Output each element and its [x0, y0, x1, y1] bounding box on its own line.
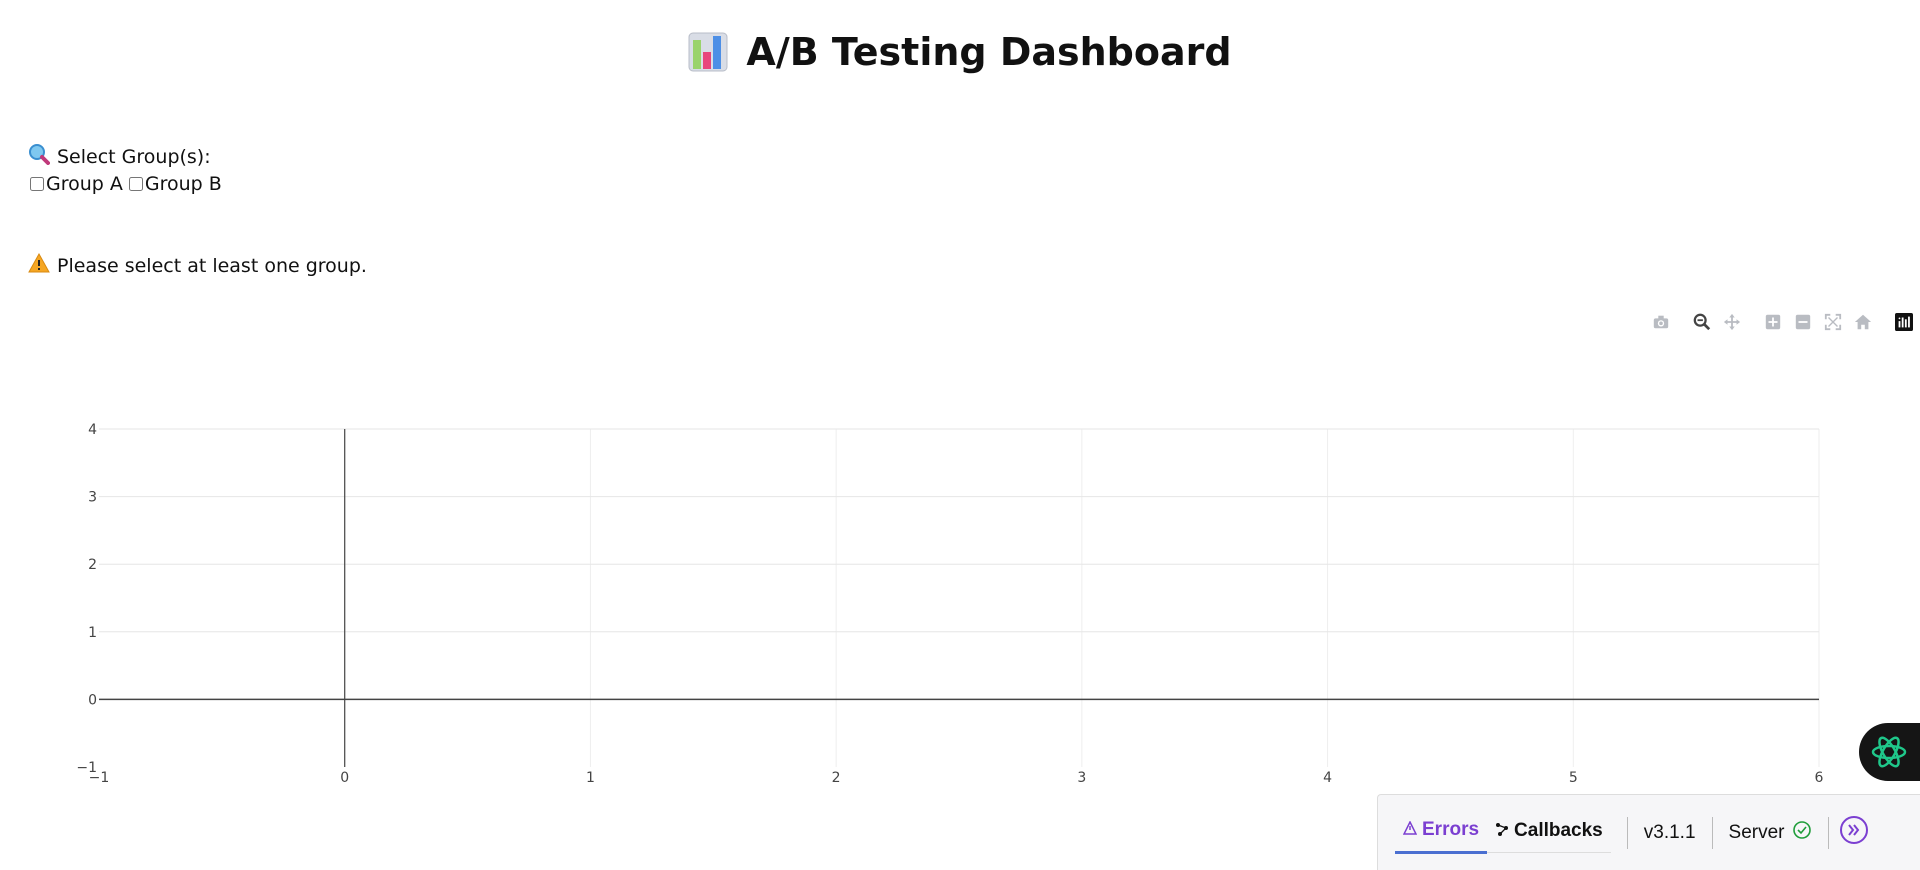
y-tick-label: 0 [88, 692, 97, 708]
group-a-option[interactable]: Group A [28, 173, 123, 195]
pan-icon[interactable] [1720, 310, 1744, 334]
title-text: A/B Testing Dashboard [746, 30, 1232, 74]
x-tick-label: 5 [1569, 770, 1578, 786]
x-tick-label: 0 [340, 770, 349, 786]
warning-message: Please select at least one group. [28, 252, 367, 278]
expand-devtools-icon[interactable] [1839, 815, 1869, 850]
errors-tab[interactable]: Errors [1395, 811, 1488, 854]
server-label: Server [1728, 821, 1785, 843]
zoom-out-icon[interactable] [1791, 310, 1815, 334]
x-tick-label: 6 [1815, 770, 1824, 786]
page-title: A/B Testing Dashboard [0, 30, 1920, 74]
reset-axes-icon[interactable] [1851, 310, 1875, 334]
plot-modebar [1646, 310, 1920, 334]
devtools-divider [1711, 816, 1713, 849]
ai-assistant-icon [1871, 736, 1907, 768]
zoom-in-icon[interactable] [1761, 310, 1785, 334]
group-checklist: Group A Group B [28, 173, 226, 195]
version-label: v3.1.1 [1643, 821, 1696, 843]
warning-outline-icon [1402, 819, 1418, 841]
camera-icon[interactable] [1649, 310, 1673, 334]
plotly-logo-icon[interactable] [1892, 310, 1916, 334]
x-tick-label: 1 [586, 770, 595, 786]
callbacks-label: Callbacks [1514, 820, 1603, 841]
group-b-label: Group B [144, 173, 222, 195]
devtools-divider [1626, 816, 1628, 849]
callbacks-tab[interactable]: Callbacks [1487, 812, 1611, 853]
y-tick-label: 3 [88, 490, 97, 506]
errors-label: Errors [1422, 819, 1480, 840]
group-b-option[interactable]: Group B [127, 173, 222, 195]
ai-assistant-button[interactable] [1859, 723, 1920, 781]
bar-chart-icon [688, 32, 728, 72]
x-tick-label: 2 [832, 770, 841, 786]
magnifier-icon [28, 143, 50, 170]
plot-area[interactable]: −1 0 1 2 3 4 5 6−101234 [0, 410, 1920, 790]
warning-text: Please select at least one group. [57, 254, 367, 277]
y-tick-label: −1 [76, 760, 97, 776]
zoom-icon[interactable] [1690, 310, 1714, 334]
y-tick-label: 4 [88, 422, 97, 438]
server-status[interactable]: Server [1729, 820, 1812, 846]
check-circle-icon [1792, 820, 1812, 846]
warning-icon [28, 252, 50, 278]
group-b-checkbox[interactable] [128, 177, 143, 191]
group-select-label-text: Select Group(s): [57, 145, 211, 168]
y-tick-label: 2 [88, 557, 97, 573]
group-a-checkbox[interactable] [30, 177, 44, 191]
dash-devtools-bar: Errors Callbacks v3.1.1 Server [1377, 794, 1920, 870]
group-select-label: Select Group(s): [28, 143, 211, 170]
callbacks-icon [1495, 820, 1509, 842]
group-a-label: Group A [46, 173, 123, 195]
autoscale-icon[interactable] [1821, 310, 1845, 334]
x-tick-label: 3 [1077, 770, 1086, 786]
devtools-divider [1827, 816, 1829, 849]
y-tick-label: 1 [88, 625, 97, 641]
x-tick-label: 4 [1323, 770, 1332, 786]
